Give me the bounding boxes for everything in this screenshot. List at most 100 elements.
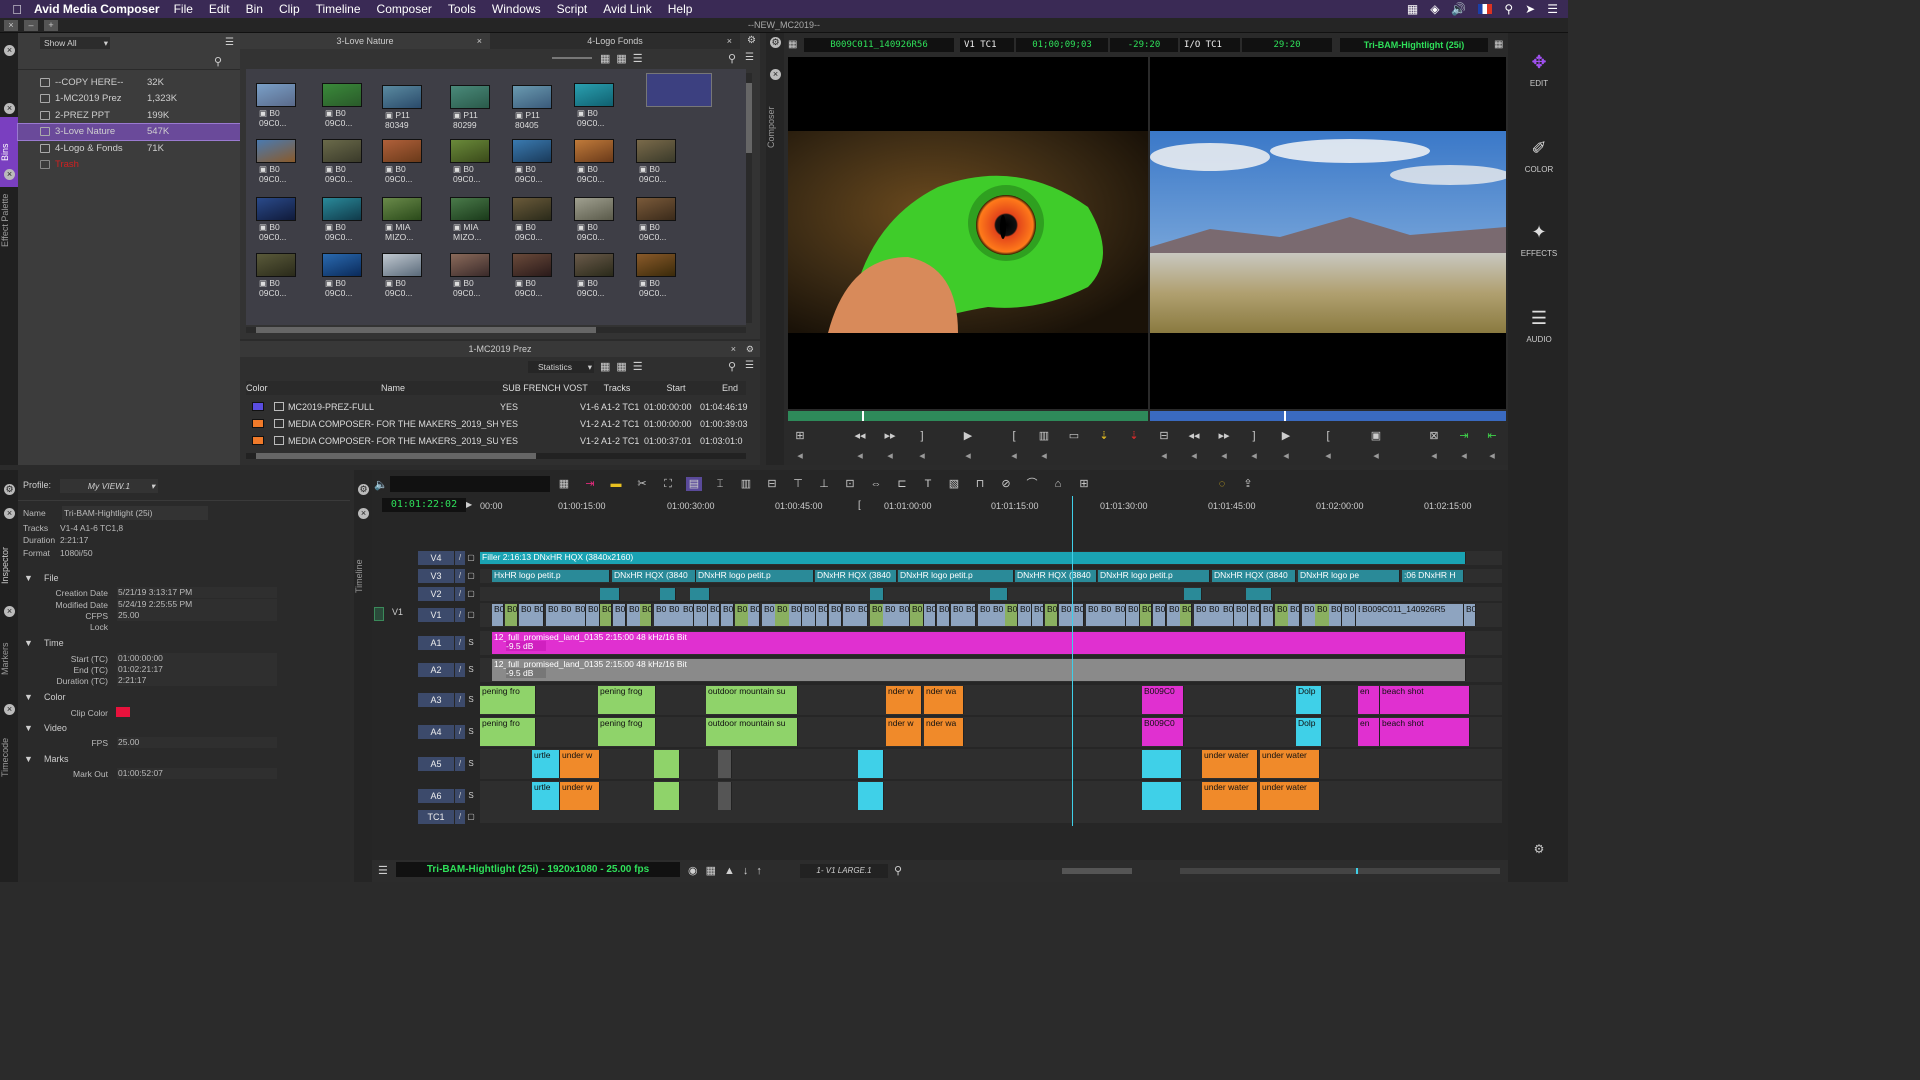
column-header-start[interactable]: Start	[646, 383, 706, 393]
timeline-clip[interactable]: pening fro	[480, 718, 536, 746]
zoom-slider[interactable]	[1062, 868, 1132, 874]
timeline-clip[interactable]: outdoor mountain su	[706, 718, 798, 746]
timeline-clip[interactable]: B0	[654, 604, 668, 626]
source-position-bar[interactable]	[788, 411, 1148, 421]
tab-3-love-nature[interactable]: 3-Love Nature ×	[240, 33, 490, 49]
timeline-clip[interactable]: B0	[532, 604, 544, 626]
timeline-clip[interactable]	[718, 750, 732, 778]
column-header-name[interactable]: Name	[284, 383, 502, 393]
source-control-button[interactable]: ⊞	[792, 429, 808, 443]
frame-item[interactable]: ▣ P11 80299	[450, 85, 500, 139]
timeline-clip[interactable]: B0	[1288, 604, 1300, 626]
flag-icon[interactable]	[1478, 4, 1493, 14]
timeline-clip[interactable]: pening frog	[598, 686, 656, 714]
list-icon[interactable]: ☰	[1547, 2, 1558, 16]
timeline-clip[interactable]: 12_full_promised_land_0135 2:15:00 48 kH…	[492, 632, 1466, 654]
menu-clip[interactable]: Clip	[279, 2, 300, 16]
column-header-color[interactable]: Color	[246, 383, 282, 393]
frame-item[interactable]: ▣ B0 09C0...	[256, 253, 306, 307]
gear-icon[interactable]: ⚙	[746, 341, 754, 357]
close-icon[interactable]: ×	[4, 704, 15, 715]
menu-icon[interactable]: ☰	[745, 360, 754, 371]
timeline-clip[interactable]: B0	[775, 604, 790, 626]
track-label-a5[interactable]: A5	[418, 757, 454, 771]
timeline-clip[interactable]: B0	[721, 604, 734, 626]
track-monitor-toggle[interactable]: S	[466, 663, 476, 677]
record-track-v1-select[interactable]	[374, 607, 384, 621]
record-control-button[interactable]: ◂◂	[1186, 429, 1202, 443]
timeline-clip[interactable]: B0	[640, 604, 652, 626]
transport-button[interactable]: ◂	[852, 449, 868, 463]
timeline-clip[interactable]: B0	[978, 604, 992, 626]
close-icon[interactable]: ×	[727, 33, 732, 49]
frame-item[interactable]: ▣ P11 80405	[512, 85, 562, 139]
menu-tools[interactable]: Tools	[448, 2, 476, 16]
timeline-clip[interactable]: DNxHR HQX (3840	[1015, 570, 1097, 582]
timeline-clip[interactable]: under water	[1202, 750, 1258, 778]
bin-list-item[interactable]: 4-Logo & Fonds 71K	[18, 140, 248, 156]
zoom-slider[interactable]	[552, 57, 592, 59]
source-control-button[interactable]: ▥	[1036, 429, 1052, 443]
timeline-clip[interactable]: B0	[964, 604, 976, 626]
section-time[interactable]: Time	[44, 638, 64, 648]
frame-item[interactable]: ▣ B0 09C0...	[256, 83, 306, 137]
timeline-clip[interactable]: DNxHR logo petit.p	[696, 570, 814, 582]
timeline-clip[interactable]: B0	[546, 604, 560, 626]
timeline-clip[interactable]: en	[1358, 718, 1380, 746]
timeline-clip[interactable]: beach shot	[1380, 686, 1470, 714]
menu-help[interactable]: Help	[668, 2, 693, 16]
menu-avid-link[interactable]: Avid Link	[603, 2, 651, 16]
transport-button[interactable]: ◂	[914, 449, 930, 463]
track-label-a6[interactable]: A6	[418, 789, 454, 803]
timeline-clip[interactable]: B0	[1302, 604, 1316, 626]
disclosure-triangle-icon[interactable]: ▼	[24, 638, 33, 648]
timeline-clip[interactable]: under w	[560, 782, 600, 810]
timeline-clip[interactable]: B0	[681, 604, 694, 626]
track-lock-icon[interactable]: /	[455, 663, 465, 677]
track-lock-icon[interactable]: /	[455, 789, 465, 803]
source-control-button[interactable]: [	[1006, 429, 1022, 443]
timeline-tool-button[interactable]: ⊤	[790, 477, 806, 491]
timeline-clip[interactable]: B0	[600, 604, 612, 626]
record-control-button[interactable]: ▣	[1368, 429, 1384, 443]
disclosure-triangle-icon[interactable]: ▼	[24, 573, 33, 583]
track-lock-icon[interactable]: /	[455, 725, 465, 739]
menu-bin[interactable]: Bin	[246, 2, 263, 16]
track-lock-icon[interactable]: /	[455, 693, 465, 707]
timeline-clip[interactable]: B0	[1464, 604, 1476, 626]
timeline-tool-button[interactable]: ⊡	[842, 477, 858, 491]
track-label-v4[interactable]: V4	[418, 551, 454, 565]
track-monitor-toggle[interactable]: ▢	[466, 587, 476, 601]
transport-button[interactable]: ◂	[792, 449, 808, 463]
timeline-clip[interactable]: beach shot	[1380, 718, 1470, 746]
close-icon[interactable]: ×	[4, 169, 15, 180]
frame-item[interactable]: ▣ B0 09C0...	[512, 197, 562, 251]
timeline-clip[interactable]: pening fro	[480, 686, 536, 714]
track-lock-icon[interactable]: /	[455, 551, 465, 565]
tab-effect-palette[interactable]: Effect Palette	[0, 185, 18, 255]
timeline-clip[interactable]: en	[1358, 686, 1380, 714]
timeline-clip[interactable]: B0	[1018, 604, 1032, 626]
timeline-clip[interactable]: B0	[1086, 604, 1100, 626]
record-control-button[interactable]: ⊟	[1156, 429, 1172, 443]
export-icon[interactable]: ⇪	[1240, 477, 1256, 491]
transport-button[interactable]: ◂	[882, 449, 898, 463]
timeline-tool-button[interactable]: ⊥	[816, 477, 832, 491]
timeline-clip[interactable]: B009C0	[1142, 718, 1184, 746]
timeline-clip[interactable]: nder w	[886, 686, 922, 714]
timeline-clip[interactable]	[1246, 588, 1272, 600]
frame-item[interactable]: ▣ B0 09C0...	[382, 253, 432, 307]
frame-item[interactable]: ▣ B0 09C0...	[256, 139, 306, 193]
transport-button[interactable]: ◂	[1426, 449, 1442, 463]
column-header-tracks[interactable]: Tracks	[588, 383, 646, 393]
view-toggle-icons[interactable]: ▦▦☰	[600, 360, 649, 373]
timeline-clip[interactable]: under water	[1260, 782, 1320, 810]
timeline-clip[interactable]: B0	[870, 604, 884, 626]
record-position-bar[interactable]	[1150, 411, 1506, 421]
timeline-clip[interactable]: nder wa	[924, 686, 964, 714]
menu-icon[interactable]: ☰	[225, 37, 234, 48]
track-monitor-toggle[interactable]: ▢	[466, 569, 476, 583]
timeline-clip[interactable]: B0	[1126, 604, 1140, 626]
frame-item[interactable]: ▣ P11 80349	[382, 85, 432, 139]
timeline-clip[interactable]	[870, 588, 884, 600]
